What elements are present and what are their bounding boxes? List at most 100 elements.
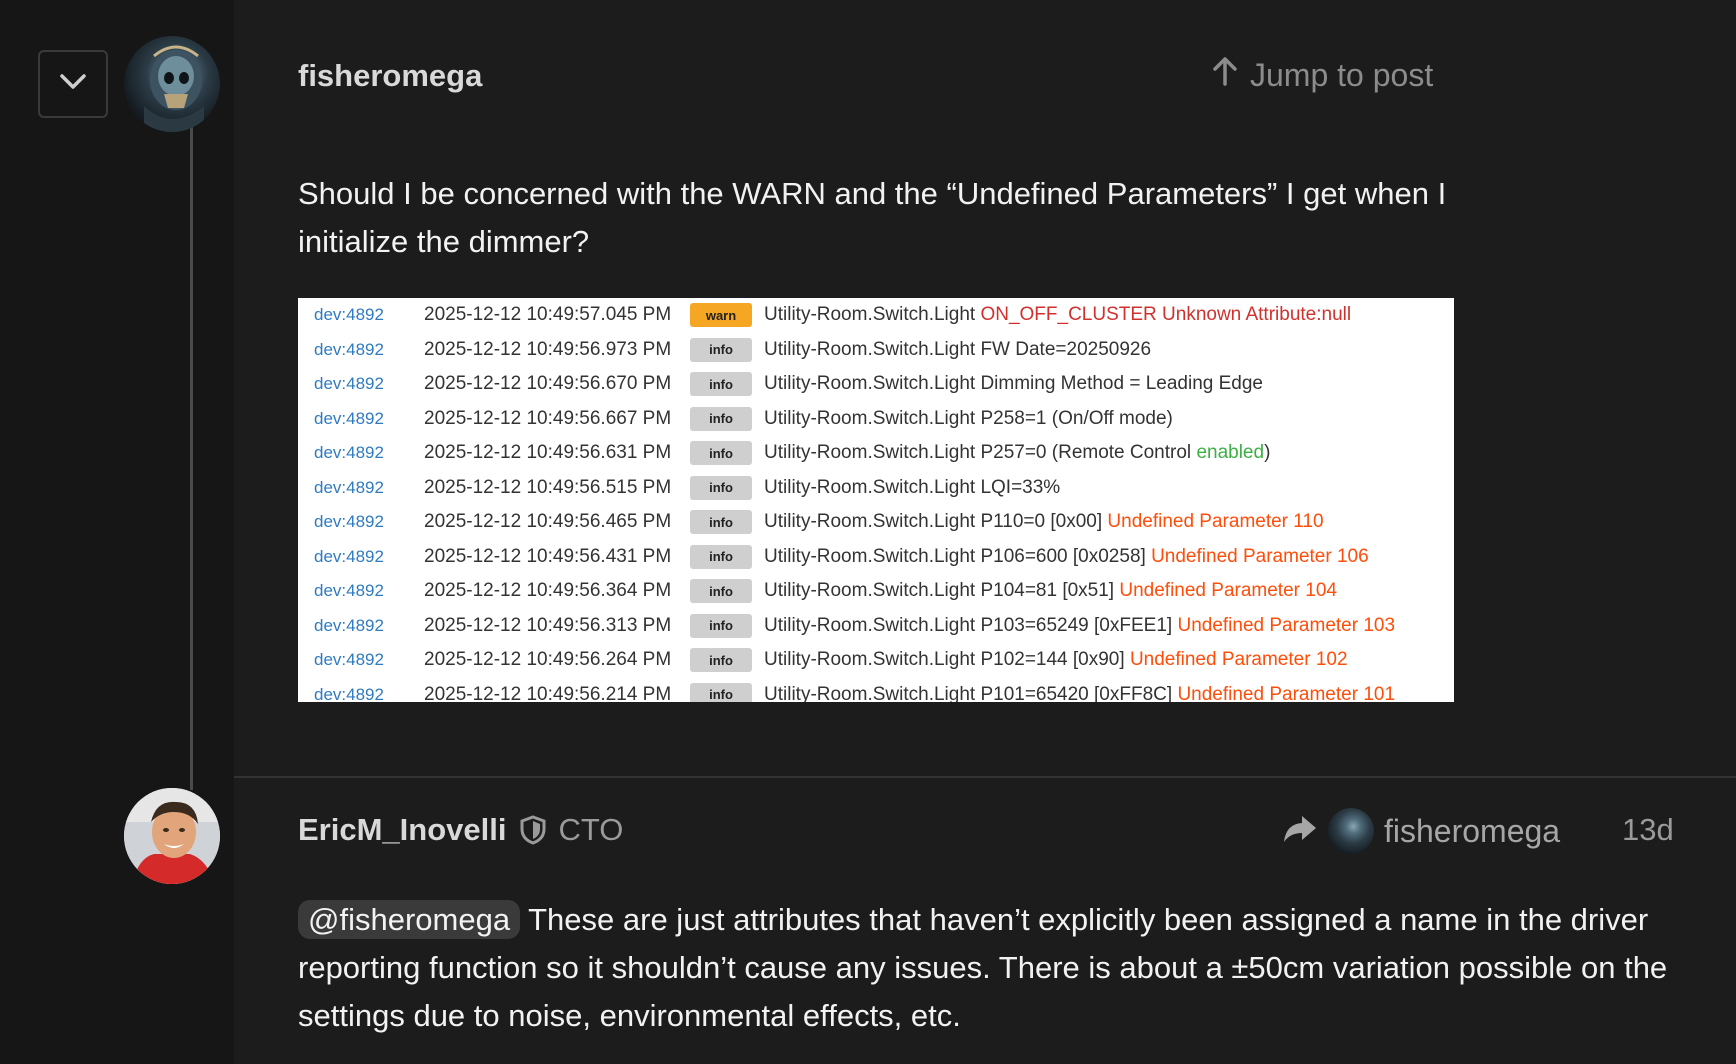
- log-message-highlight: Undefined Parameter 110: [1107, 511, 1324, 533]
- log-level-badge: info: [690, 441, 752, 466]
- log-level-badge: info: [690, 682, 752, 702]
- log-device-link[interactable]: dev:4892: [298, 478, 424, 498]
- log-message: Utility-Room.Switch.Light P257=0 (Remote…: [764, 442, 1270, 464]
- log-message-highlight: ON_OFF_CLUSTER Unknown Attribute:null: [980, 304, 1352, 326]
- log-message-text: Utility-Room.Switch.Light P110=0 [0x00]: [764, 511, 1108, 533]
- shield-icon: [520, 815, 546, 845]
- log-message-highlight: enabled: [1196, 442, 1265, 464]
- log-message: Utility-Room.Switch.Light P104=81 [0x51]…: [764, 580, 1337, 602]
- log-level-badge: info: [690, 613, 752, 638]
- log-timestamp: 2025-12-12 10:49:57.045 PM: [424, 304, 672, 326]
- log-message-highlight: Undefined Parameter 104: [1119, 580, 1337, 602]
- skull-helmet-avatar: [144, 45, 204, 132]
- log-row: dev:4892 2025-12-12 10:49:56.431 PM info Ut…: [298, 540, 1454, 575]
- log-timestamp: 2025-12-12 10:49:56.667 PM: [424, 407, 672, 429]
- log-row: dev:4892 2025-12-12 10:49:56.515 PM info Ut…: [298, 471, 1454, 506]
- log-timestamp: 2025-12-12 10:49:56.973 PM: [424, 338, 672, 360]
- jump-to-post-link[interactable]: Jump to post: [1212, 56, 1433, 94]
- log-message-text: Utility-Room.Switch.Light P104=81 [0x51]: [764, 580, 1120, 602]
- log-device-link[interactable]: dev:4892: [298, 581, 424, 601]
- collapse-thread-button[interactable]: [38, 50, 108, 118]
- log-message: Utility-Room.Switch.Light ON_OFF_CLUSTER…: [764, 304, 1351, 326]
- log-message: Utility-Room.Switch.Light P101=65420 [0x…: [764, 684, 1395, 702]
- log-device-link[interactable]: dev:4892: [298, 685, 424, 702]
- log-message-text: Utility-Room.Switch.Light P106=600 [0x02…: [764, 545, 1152, 567]
- log-message-highlight: Undefined Parameter 106: [1151, 545, 1369, 567]
- log-message: Utility-Room.Switch.Light P102=144 [0x90…: [764, 649, 1348, 671]
- reply-arrow-icon: [1282, 814, 1318, 849]
- log-timestamp: 2025-12-12 10:49:56.364 PM: [424, 580, 672, 602]
- log-message-text: Utility-Room.Switch.Light P257=0 (Remote…: [764, 442, 1197, 464]
- log-screenshot-image[interactable]: dev:4892 2025-12-12 10:49:57.045 PM warn Ut…: [298, 298, 1454, 702]
- log-message-highlight: Undefined Parameter 103: [1177, 614, 1396, 636]
- log-message: Utility-Room.Switch.Light P258=1 (On/Off…: [764, 408, 1173, 430]
- user-photo-avatar: [124, 788, 220, 884]
- log-row: dev:4892 2025-12-12 10:49:56.465 PM info Ut…: [298, 505, 1454, 540]
- log-device-link[interactable]: dev:4892: [298, 409, 424, 429]
- log-row: dev:4892 2025-12-12 10:49:56.670 PM info Ut…: [298, 367, 1454, 402]
- log-timestamp: 2025-12-12 10:49:56.515 PM: [424, 476, 672, 498]
- log-device-link[interactable]: dev:4892: [298, 547, 424, 567]
- jump-to-post-label: Jump to post: [1250, 56, 1434, 93]
- log-message: Utility-Room.Switch.Light LQI=33%: [764, 477, 1060, 499]
- timeline-gutter: [0, 0, 234, 1064]
- log-timestamp: 2025-12-12 10:49:56.431 PM: [424, 545, 672, 567]
- log-timestamp: 2025-12-12 10:49:56.264 PM: [424, 649, 672, 671]
- log-level-badge: info: [690, 544, 752, 569]
- log-device-link[interactable]: dev:4892: [298, 374, 424, 394]
- arrow-up-icon: [1212, 56, 1238, 94]
- log-message: Utility-Room.Switch.Light P103=65249 [0x…: [764, 615, 1395, 637]
- log-level-badge: info: [690, 579, 752, 604]
- log-message: Utility-Room.Switch.Light P110=0 [0x00] …: [764, 511, 1324, 533]
- log-message-text: Utility-Room.Switch.Light P101=65420 [0x…: [764, 683, 1178, 702]
- log-device-link[interactable]: dev:4892: [298, 305, 424, 325]
- log-row: dev:4892 2025-12-12 10:49:56.214 PM info Ut…: [298, 678, 1454, 702]
- log-row: dev:4892 2025-12-12 10:49:56.313 PM info Ut…: [298, 609, 1454, 644]
- reply-to-avatar: [1328, 808, 1374, 854]
- thread-connector-line: [190, 110, 193, 790]
- log-level-badge: warn: [690, 303, 752, 328]
- log-message-highlight: Undefined Parameter 102: [1129, 649, 1348, 671]
- log-message-text: Utility-Room.Switch.Light P103=65249 [0x…: [764, 614, 1178, 636]
- reply-to-link[interactable]: fisheromega: [1282, 808, 1560, 854]
- post-author-username[interactable]: EricM_Inovelli: [298, 812, 506, 848]
- post-divider: [234, 776, 1736, 778]
- log-row: dev:4892 2025-12-12 10:49:56.973 PM info Ut…: [298, 333, 1454, 368]
- log-row: dev:4892 2025-12-12 10:49:56.364 PM info Ut…: [298, 574, 1454, 609]
- log-message-highlight: Undefined Parameter 101: [1177, 683, 1396, 702]
- post-body-text: Should I be concerned with the WARN and …: [298, 176, 1447, 259]
- log-level-badge: info: [690, 372, 752, 397]
- log-device-link[interactable]: dev:4892: [298, 650, 424, 670]
- user-mention[interactable]: @fisheromega: [298, 900, 521, 939]
- log-device-link[interactable]: dev:4892: [298, 443, 424, 463]
- log-device-link[interactable]: dev:4892: [298, 616, 424, 636]
- log-timestamp: 2025-12-12 10:49:56.465 PM: [424, 511, 672, 533]
- log-message-text: Utility-Room.Switch.Light Dimming Method…: [764, 373, 1263, 395]
- post-body-text: @fisheromega These are just attributes t…: [298, 896, 1708, 1040]
- log-level-badge: info: [690, 406, 752, 431]
- log-message-text: Utility-Room.Switch.Light FW Date=202509…: [764, 338, 1152, 360]
- log-row: dev:4892 2025-12-12 10:49:57.045 PM warn Ut…: [298, 298, 1454, 333]
- log-timestamp: 2025-12-12 10:49:56.631 PM: [424, 442, 672, 464]
- post-date[interactable]: 13d: [1622, 812, 1674, 848]
- log-level-badge: info: [690, 475, 752, 500]
- log-message-text: Utility-Room.Switch.Light LQI=33%: [764, 476, 1061, 498]
- log-row: dev:4892 2025-12-12 10:49:56.264 PM info Ut…: [298, 643, 1454, 678]
- user-title: CTO: [558, 812, 624, 847]
- log-message: Utility-Room.Switch.Light P106=600 [0x02…: [764, 546, 1369, 568]
- log-row: dev:4892 2025-12-12 10:49:56.667 PM info Ut…: [298, 402, 1454, 437]
- log-device-link[interactable]: dev:4892: [298, 340, 424, 360]
- reply-to-username: fisheromega: [1384, 812, 1561, 849]
- avatar[interactable]: [124, 36, 220, 132]
- post-author: EricM_Inovelli CTO: [298, 812, 623, 848]
- log-message-tail: ): [1264, 442, 1271, 464]
- post-author-username[interactable]: fisheromega: [298, 58, 482, 94]
- log-level-badge: info: [690, 337, 752, 362]
- log-timestamp: 2025-12-12 10:49:56.670 PM: [424, 373, 672, 395]
- log-message-text: Utility-Room.Switch.Light P258=1 (On/Off…: [764, 407, 1173, 429]
- log-message: Utility-Room.Switch.Light Dimming Method…: [764, 373, 1263, 395]
- log-device-link[interactable]: dev:4892: [298, 512, 424, 532]
- log-level-badge: info: [690, 648, 752, 673]
- avatar[interactable]: [124, 788, 220, 884]
- log-message-text: Utility-Room.Switch.Light P102=144 [0x90…: [764, 649, 1130, 671]
